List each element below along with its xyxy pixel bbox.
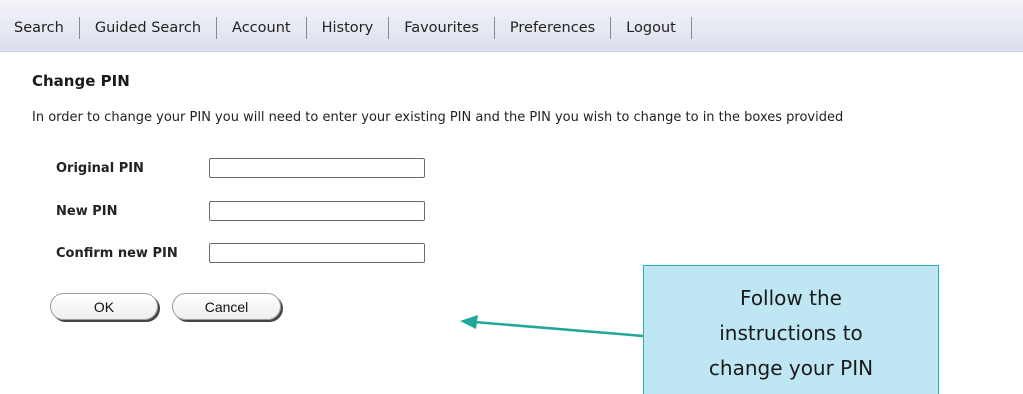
callout-line-3: change your PIN xyxy=(708,356,874,380)
callout-box: Follow the instructions to change your P… xyxy=(643,265,939,394)
callout-line-1: Follow the xyxy=(740,286,842,310)
callout-line-2: instructions to xyxy=(719,321,863,345)
